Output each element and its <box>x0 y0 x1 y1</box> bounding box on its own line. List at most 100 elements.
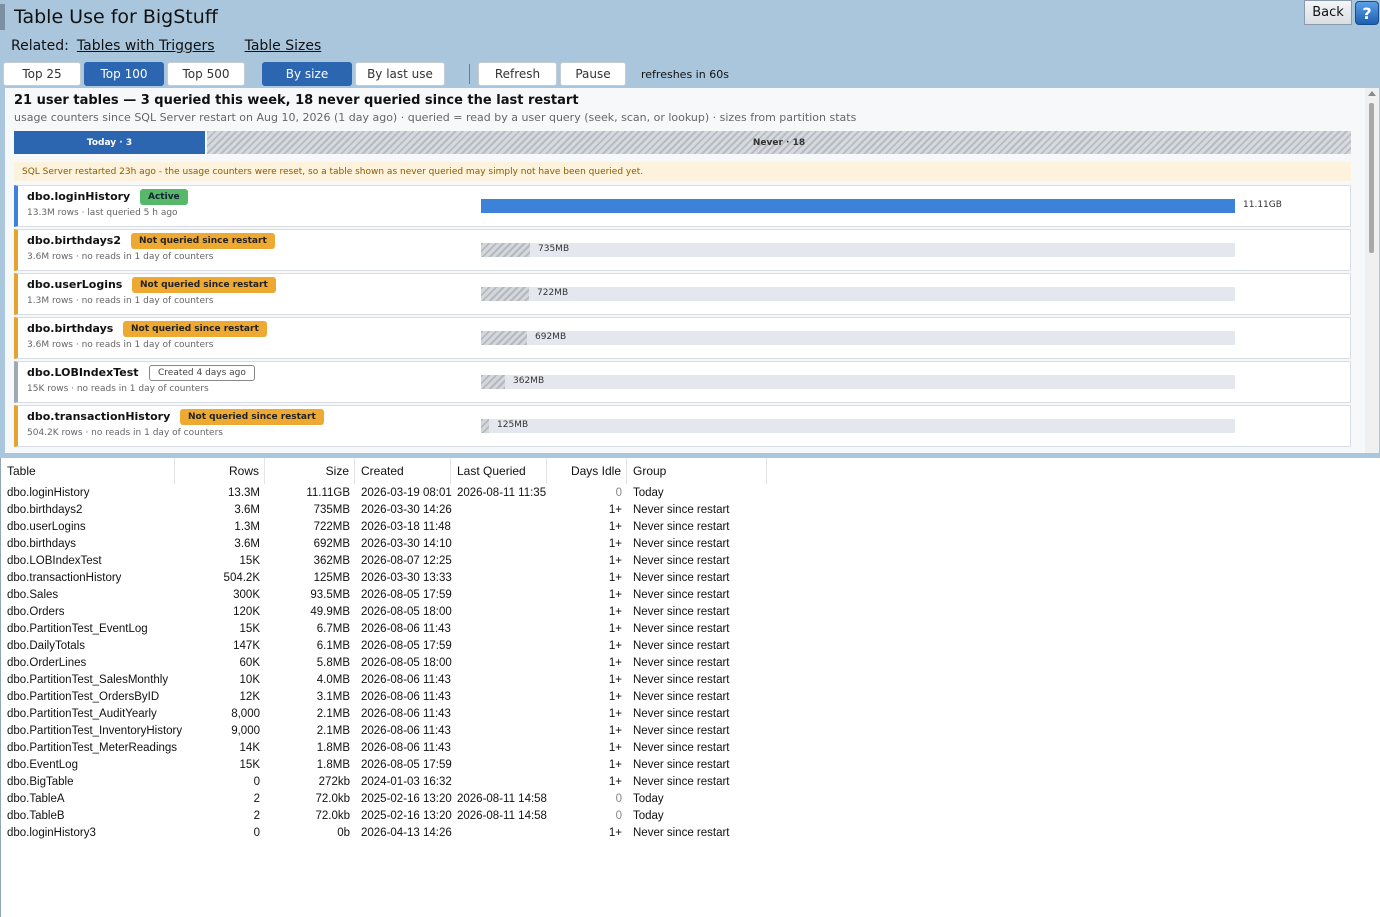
sort-by-last-use-button[interactable]: By last use <box>355 62 445 86</box>
table-row[interactable]: dbo.EventLog 15K 1.8MB 2026-08-05 17:59 1+ Ne… <box>1 756 1380 773</box>
cell-group: Never since restart <box>633 639 730 652</box>
table-row[interactable]: dbo.PartitionTest_MeterReadings 14K 1.8MB 2… <box>1 739 1380 756</box>
table-row[interactable]: dbo.PartitionTest_InventoryHistory 9,000 2… <box>1 722 1380 739</box>
pause-button[interactable]: Pause <box>560 62 626 86</box>
table-row[interactable]: dbo.TableA 2 72.0kb 2025-02-16 13:20 2026-08… <box>1 790 1380 807</box>
cell-table: dbo.PartitionTest_InventoryHistory <box>7 724 183 737</box>
cell-rows: 0 <box>253 775 260 788</box>
cell-days-idle: 1+ <box>608 520 622 533</box>
cell-rows: 300K <box>233 588 260 601</box>
summary-panel: 21 user tables — 3 queried this week, 18… <box>5 88 1379 453</box>
top-100-button[interactable]: Top 100 <box>84 62 164 86</box>
cell-rows: 60K <box>239 656 260 669</box>
scroll-up-icon[interactable] <box>1368 91 1376 96</box>
header: Table Use for BigStuff Related: Tables wi… <box>0 0 1380 88</box>
cell-size: 72.0kb <box>315 792 350 805</box>
cell-created: 2026-03-19 08:01 <box>361 486 452 499</box>
card-meta: 504.2K rows · no reads in 1 day of count… <box>27 428 223 438</box>
table-card[interactable]: dbo.userLogins Not queried since restart 1… <box>14 273 1351 315</box>
link-table-sizes[interactable]: Table Sizes <box>245 38 322 54</box>
sort-by-size-button[interactable]: By size <box>262 62 352 86</box>
cell-table: dbo.Orders <box>7 605 65 618</box>
column-header[interactable]: Rows <box>175 458 265 484</box>
cell-days-idle: 1+ <box>608 588 622 601</box>
card-meta: 3.6M rows · no reads in 1 day of counter… <box>27 340 214 350</box>
column-header[interactable]: Size <box>265 458 355 484</box>
cell-group: Never since restart <box>633 775 730 788</box>
table-row[interactable]: dbo.PartitionTest_EventLog 15K 6.7MB 2026-0… <box>1 620 1380 637</box>
size-bar-fill <box>481 199 1235 213</box>
cell-last-queried <box>457 705 547 722</box>
cell-last-queried <box>457 535 547 552</box>
cell-days-idle: 0 <box>615 792 622 805</box>
link-tables-with-triggers[interactable]: Tables with Triggers <box>77 38 215 54</box>
cell-last-queried <box>457 586 547 603</box>
cell-rows: 13.3M <box>228 486 260 499</box>
cell-created: 2026-03-18 11:48 <box>361 520 451 533</box>
column-header[interactable]: Last Queried <box>451 458 547 484</box>
cell-table: dbo.PartitionTest_OrdersByID <box>7 690 160 703</box>
cell-created: 2026-08-05 17:59 <box>361 588 452 601</box>
table-row[interactable]: dbo.PartitionTest_SalesMonthly 10K 4.0MB 20… <box>1 671 1380 688</box>
status-badge: Created 4 days ago <box>149 365 255 381</box>
help-icon[interactable]: ? <box>1355 1 1379 25</box>
cell-days-idle: 1+ <box>608 639 622 652</box>
cell-size: 722MB <box>313 520 350 533</box>
cell-group: Today <box>633 809 664 822</box>
usage-strip: Today · 3 Never · 18 <box>14 131 1351 154</box>
table-row[interactable]: dbo.birthdays 3.6M 692MB 2026-03-30 14:10 1+… <box>1 535 1380 552</box>
table-row[interactable]: dbo.PartitionTest_AuditYearly 8,000 2.1MB 2… <box>1 705 1380 722</box>
cell-days-idle: 1+ <box>608 775 622 788</box>
card-table-name: dbo.transactionHistory <box>27 410 171 423</box>
panel-scrollbar[interactable] <box>1365 88 1379 453</box>
card-table-name: dbo.LOBIndexTest <box>27 366 139 379</box>
top-500-button[interactable]: Top 500 <box>167 62 245 86</box>
table-row[interactable]: dbo.userLogins 1.3M 722MB 2026-03-18 11:48 1… <box>1 518 1380 535</box>
cell-last-queried: 2026-08-11 11:35 <box>457 486 547 499</box>
table-row[interactable]: dbo.Sales 300K 93.5MB 2026-08-05 17:59 1+ Nev… <box>1 586 1380 603</box>
table-row[interactable]: dbo.DailyTotals 147K 6.1MB 2026-08-05 17:59… <box>1 637 1380 654</box>
cell-group: Never since restart <box>633 826 730 839</box>
back-button[interactable]: Back <box>1304 0 1352 25</box>
table-row[interactable]: dbo.Orders 120K 49.9MB 2026-08-05 18:00 1+ Ne… <box>1 603 1380 620</box>
summary-title: 21 user tables — 3 queried this week, 18… <box>14 93 579 108</box>
table-row[interactable]: dbo.TableB 2 72.0kb 2025-02-16 13:20 2026-08… <box>1 807 1380 824</box>
column-header[interactable]: Created <box>355 458 451 484</box>
table-card[interactable]: dbo.loginHistory Active 13.3M rows · last … <box>14 185 1351 227</box>
column-header[interactable]: Days Idle <box>547 458 627 484</box>
cell-rows: 3.6M <box>234 537 260 550</box>
table-row[interactable]: dbo.BigTable 0 272kb 2024-01-03 16:32 1+ Neve… <box>1 773 1380 790</box>
refresh-button[interactable]: Refresh <box>478 62 557 86</box>
table-row[interactable]: dbo.transactionHistory 504.2K 125MB 2026-03… <box>1 569 1380 586</box>
table-card[interactable]: dbo.birthdays2 Not queried since restart 3… <box>14 229 1351 271</box>
cell-size: 93.5MB <box>310 588 350 601</box>
cell-days-idle: 0 <box>615 809 622 822</box>
table-row[interactable]: dbo.LOBIndexTest 15K 362MB 2026-08-07 12:25… <box>1 552 1380 569</box>
size-bar-fill <box>481 243 530 257</box>
cell-rows: 15K <box>239 554 260 567</box>
cell-size: 272kb <box>318 775 350 788</box>
table-card[interactable]: dbo.birthdays Not queried since restart 3.… <box>14 317 1351 359</box>
table-card[interactable]: dbo.LOBIndexTest Created 4 days ago 15K ro… <box>14 361 1351 403</box>
table-row[interactable]: dbo.loginHistory3 0 0b 2026-04-13 14:26 1+ Ne… <box>1 824 1380 841</box>
table-row[interactable]: dbo.birthdays2 3.6M 735MB 2026-03-30 14:26 1… <box>1 501 1380 518</box>
table-row[interactable]: dbo.PartitionTest_OrdersByID 12K 3.1MB 2026… <box>1 688 1380 705</box>
cell-last-queried <box>457 552 547 569</box>
card-meta: 1.3M rows · no reads in 1 day of counter… <box>27 296 214 306</box>
cell-days-idle: 1+ <box>608 724 622 737</box>
column-header[interactable]: Group <box>627 458 767 484</box>
cell-size: 6.1MB <box>316 639 350 652</box>
strip-never-segment[interactable]: Never · 18 <box>207 131 1351 154</box>
table-row[interactable]: dbo.loginHistory 13.3M 11.11GB 2026-03-19 0… <box>1 484 1380 501</box>
table-card[interactable]: dbo.transactionHistory Not queried since … <box>14 405 1351 447</box>
cell-table: dbo.Sales <box>7 588 59 601</box>
cell-size: 735MB <box>313 503 350 516</box>
scrollbar-thumb[interactable] <box>1369 103 1374 253</box>
column-header[interactable]: Table <box>1 458 175 484</box>
cell-created: 2025-02-16 13:20 <box>361 792 452 805</box>
top-25-button[interactable]: Top 25 <box>3 62 81 86</box>
table-row[interactable]: dbo.OrderLines 60K 5.8MB 2026-08-05 18:00 1+… <box>1 654 1380 671</box>
size-bar-track <box>481 287 1235 301</box>
size-label: 362MB <box>513 376 545 386</box>
strip-today-segment[interactable]: Today · 3 <box>14 131 205 154</box>
